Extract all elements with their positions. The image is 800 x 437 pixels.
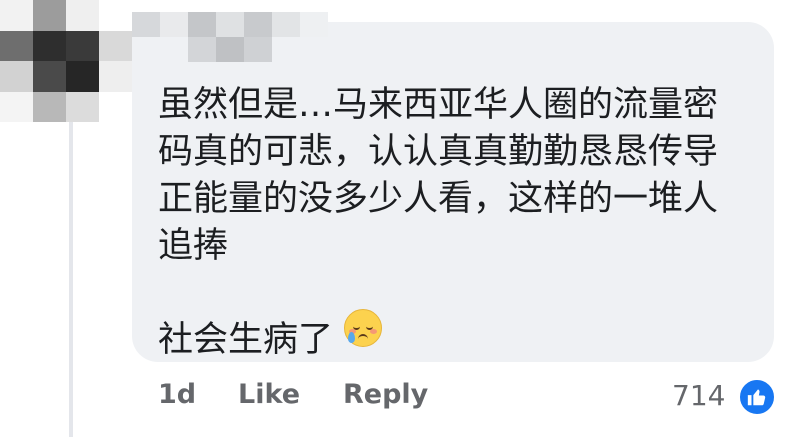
like-button[interactable]: Like (238, 379, 300, 410)
reply-button[interactable]: Reply (343, 379, 428, 410)
reaction-count[interactable]: 714 (672, 379, 725, 412)
avatar[interactable] (0, 0, 132, 122)
username-blurred[interactable] (132, 12, 328, 62)
thumbs-up-icon[interactable] (738, 378, 776, 416)
timestamp[interactable]: 1d (158, 379, 196, 410)
comment-text: 虽然但是…马来西亚华人圈的流量密 码真的可悲，认认真真勤勤恳恳传导 正能量的没多… (158, 85, 719, 360)
comment-actions: 1d Like Reply 714 (0, 376, 800, 416)
smiling-face-with-tear-icon (344, 309, 382, 347)
